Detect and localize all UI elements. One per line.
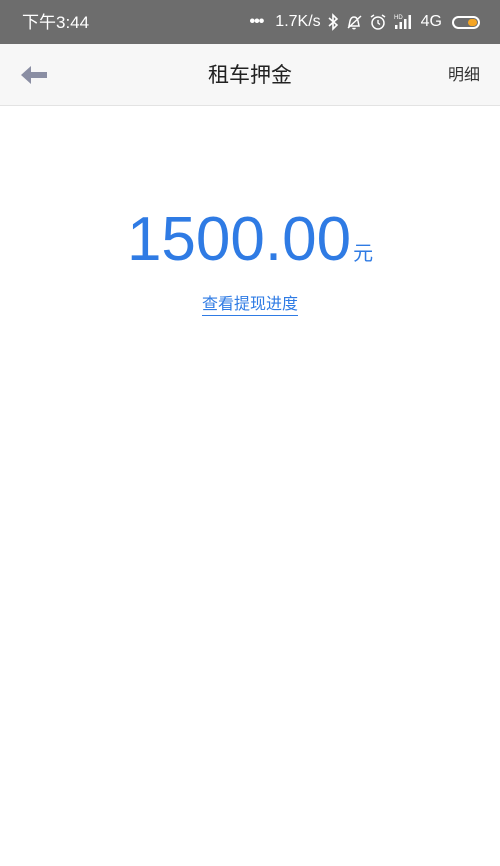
amount-value: 1500.00 xyxy=(126,205,352,274)
status-bar: 下午3:44 ••• 1.7K/s HD 4G xyxy=(0,0,500,44)
network-type: 4G xyxy=(420,13,442,30)
nav-bar: 租车押金 明细 xyxy=(0,44,500,106)
status-time: 下午3:44 xyxy=(22,13,90,32)
mute-icon xyxy=(345,13,363,31)
more-dots-icon: ••• xyxy=(249,13,264,30)
bluetooth-icon xyxy=(327,13,339,31)
page-title: 租车押金 xyxy=(208,63,292,87)
amount-unit: 元 xyxy=(353,241,374,265)
battery-icon xyxy=(452,15,480,29)
deposit-amount: 1500.00 元 xyxy=(0,202,500,278)
withdraw-progress-link[interactable]: 查看提现进度 xyxy=(201,294,298,316)
withdraw-progress-link-wrap: 查看提现进度 xyxy=(0,290,500,316)
network-speed: 1.7K/s xyxy=(275,13,321,30)
signal-icon: HD xyxy=(393,13,415,31)
hd-label: HD xyxy=(394,15,403,21)
details-button[interactable]: 明细 xyxy=(448,44,480,106)
status-icons: ••• 1.7K/s HD 4G xyxy=(249,0,480,44)
alarm-icon xyxy=(369,13,387,31)
